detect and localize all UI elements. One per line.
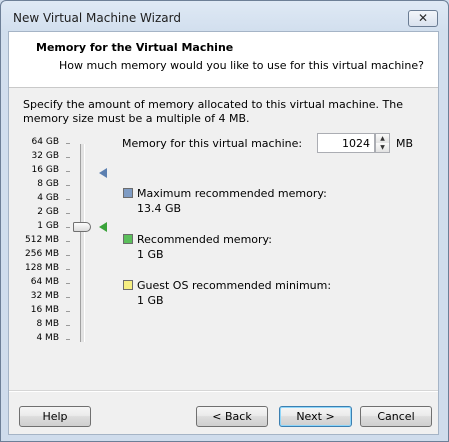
scale-tick	[66, 339, 70, 340]
page-subtitle: How much memory would you like to use fo…	[59, 59, 424, 72]
scale-label: 16 GB	[31, 165, 59, 175]
arrow-down-icon: ▼	[380, 144, 385, 151]
title-bar[interactable]: New Virtual Machine Wizard ✕	[1, 1, 448, 31]
memory-unit: MB	[396, 137, 414, 150]
scale-tick	[66, 157, 70, 158]
back-button[interactable]: < Back	[196, 406, 268, 427]
cancel-button[interactable]: Cancel	[360, 406, 432, 427]
max-recommended-label: Maximum recommended memory:	[137, 187, 327, 200]
page-title: Memory for the Virtual Machine	[36, 41, 234, 54]
scale-label: 8 GB	[37, 179, 59, 189]
scale-tick	[66, 311, 70, 312]
scale-tick	[66, 283, 70, 284]
scale-label: 128 MB	[25, 263, 59, 273]
scale-tick	[66, 185, 70, 186]
max-recommended-value: 13.4 GB	[137, 202, 182, 215]
footer-divider	[9, 390, 438, 392]
help-button[interactable]: Help	[19, 406, 91, 427]
spin-down-button[interactable]: ▼	[376, 143, 389, 152]
recommended-label: Recommended memory:	[137, 233, 272, 246]
scale-tick	[66, 255, 70, 256]
wizard-header: Memory for the Virtual Machine How much …	[9, 32, 438, 88]
scale-label: 4 GB	[37, 193, 59, 203]
scale-tick	[66, 227, 70, 228]
scale-tick	[66, 241, 70, 242]
scale-label: 64 MB	[30, 277, 59, 287]
scale-tick	[66, 171, 70, 172]
close-button[interactable]: ✕	[408, 10, 438, 27]
scale-label: 16 MB	[30, 305, 59, 315]
wizard-window: New Virtual Machine Wizard ✕ Memory for …	[0, 0, 449, 442]
memory-spinner: ▲ ▼	[375, 133, 390, 153]
scale-tick	[66, 297, 70, 298]
scale-label: 512 MB	[25, 235, 59, 245]
wizard-client-area: Memory for the Virtual Machine How much …	[8, 31, 439, 435]
scale-label: 32 GB	[31, 151, 59, 161]
memory-slider-thumb[interactable]	[73, 222, 91, 232]
scale-tick	[66, 269, 70, 270]
max-recommended-marker-icon	[99, 168, 107, 178]
recommended-swatch-icon	[123, 234, 133, 244]
scale-label: 4 MB	[36, 333, 59, 343]
recommended-value: 1 GB	[137, 248, 164, 261]
memory-slider-track[interactable]	[80, 144, 85, 342]
arrow-up-icon: ▲	[380, 135, 385, 142]
memory-input[interactable]	[317, 133, 375, 153]
memory-description: Specify the amount of memory allocated t…	[23, 98, 403, 125]
scale-tick	[66, 213, 70, 214]
close-icon: ✕	[417, 11, 429, 25]
recommended-marker-icon	[99, 222, 107, 232]
scale-tick	[66, 199, 70, 200]
scale-label: 2 GB	[37, 207, 59, 217]
scale-label: 1 GB	[37, 221, 59, 231]
scale-tick	[66, 143, 70, 144]
scale-label: 32 MB	[30, 291, 59, 301]
next-button[interactable]: Next >	[279, 406, 352, 427]
window-title: New Virtual Machine Wizard	[13, 11, 181, 25]
guest-minimum-value: 1 GB	[137, 294, 164, 307]
scale-label: 256 MB	[25, 249, 59, 259]
max-recommended-swatch-icon	[123, 188, 133, 198]
memory-label: Memory for this virtual machine:	[122, 137, 303, 150]
scale-label: 64 GB	[31, 137, 59, 147]
guest-minimum-label: Guest OS recommended minimum:	[137, 279, 332, 292]
scale-tick	[66, 325, 70, 326]
scale-label: 8 MB	[36, 319, 59, 329]
guest-minimum-swatch-icon	[123, 280, 133, 290]
